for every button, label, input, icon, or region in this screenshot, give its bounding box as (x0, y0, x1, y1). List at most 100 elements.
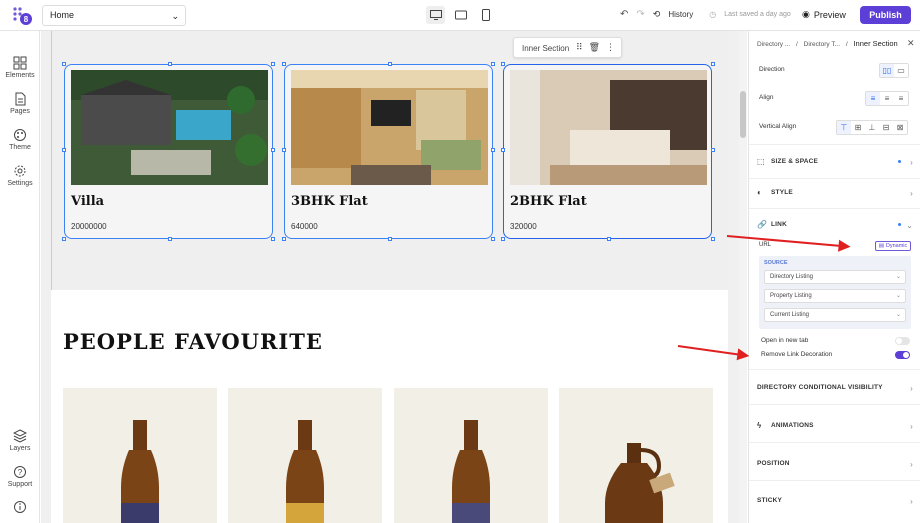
listing-card[interactable]: 3BHK Flat 640000 (284, 64, 493, 239)
source-label: SOURCE (764, 260, 788, 266)
product-card[interactable] (559, 388, 713, 523)
divider (749, 404, 920, 405)
sidebar-item-elements[interactable]: Elements (0, 56, 40, 79)
page-selector[interactable]: Home ⌄ (42, 5, 186, 26)
more-options-icon[interactable]: ⋮ (606, 42, 615, 53)
valign-bottom-icon[interactable]: ⊥ (865, 121, 879, 134)
chevron-down-icon: ⌄ (895, 293, 901, 299)
mobile-view-icon[interactable] (476, 6, 495, 24)
resize-handle[interactable] (271, 237, 275, 241)
resize-handle[interactable] (271, 148, 275, 152)
divider (749, 442, 920, 443)
breadcrumb: Directory ... / Directory T... / Inner S… (757, 38, 915, 48)
sidebar-item-pages[interactable]: Pages (0, 92, 40, 115)
align-right-icon[interactable]: ≡ (894, 92, 908, 105)
close-icon[interactable]: ✕ (907, 38, 915, 49)
info-button[interactable] (0, 500, 40, 516)
size-space-section[interactable]: ⬚ SIZE & SPACE › (757, 157, 913, 167)
resize-handle[interactable] (282, 148, 286, 152)
direction-row-icon[interactable]: ▯▯ (880, 64, 894, 77)
resize-handle[interactable] (491, 148, 495, 152)
top-toolbar: 8 Home ⌄ ↶ ↷ ⟲ History ◷ Last saved a da… (0, 0, 920, 31)
publish-button[interactable]: Publish (860, 6, 911, 24)
desktop-view-icon[interactable] (426, 6, 445, 24)
canvas-scrollbar[interactable] (739, 31, 747, 523)
divider (749, 369, 920, 370)
resize-handle[interactable] (282, 62, 286, 66)
valign-stretch-icon[interactable]: ⊟ (879, 121, 893, 134)
resize-handle[interactable] (501, 62, 505, 66)
remove-decoration-label: Remove Link Decoration (761, 351, 833, 358)
valign-middle-icon[interactable]: ⊞ (851, 121, 865, 134)
source-select-current[interactable]: Current Listing ⌄ (764, 308, 906, 322)
undo-icon[interactable]: ↶ (620, 9, 628, 20)
flat-living-room-image (291, 70, 488, 185)
resize-handle[interactable] (388, 62, 392, 66)
dynamic-badge[interactable]: ▤ Dynamic (875, 241, 911, 251)
link-section[interactable]: 🔗 LINK ⌄ (757, 220, 913, 230)
sidebar-item-layers[interactable]: Layers (0, 429, 40, 452)
valign-top-icon[interactable]: ⊤ (837, 121, 851, 134)
sidebar-item-settings[interactable]: Settings (0, 164, 40, 187)
resize-handle[interactable] (501, 148, 505, 152)
breadcrumb-item[interactable]: Directory ... (757, 41, 790, 48)
resize-handle[interactable] (62, 237, 66, 241)
resize-handle[interactable] (491, 237, 495, 241)
direction-label: Direction (759, 66, 785, 73)
animations-section[interactable]: ϟ ANIMATIONS › (757, 421, 913, 431)
align-center-icon[interactable]: ≡ (880, 92, 894, 105)
resize-handle[interactable] (271, 62, 275, 66)
card-price: 640000 (291, 222, 318, 231)
trash-icon[interactable]: 🗑 (589, 42, 600, 53)
resize-handle[interactable] (711, 148, 715, 152)
conditional-visibility-section[interactable]: DIRECTORY CONDITIONAL VISIBILITY › (757, 384, 913, 393)
product-card[interactable] (63, 388, 217, 523)
saved-icon: ◷ (709, 10, 717, 19)
source-select-property[interactable]: Property Listing ⌄ (764, 289, 906, 303)
sticky-section[interactable]: STICKY › (757, 497, 913, 506)
preview-button[interactable]: ◉ Preview (802, 9, 846, 20)
position-section[interactable]: POSITION › (757, 460, 913, 469)
open-new-tab-toggle[interactable] (895, 337, 910, 345)
resize-handle[interactable] (491, 62, 495, 66)
style-section[interactable]: ◐ STYLE › (757, 188, 913, 198)
valign-baseline-icon[interactable]: ⊠ (893, 121, 907, 134)
link-icon: 🔗 (757, 220, 768, 229)
resize-handle[interactable] (168, 62, 172, 66)
chevron-down-icon: ⌄ (895, 312, 901, 318)
breadcrumb-item[interactable]: Directory T... (804, 41, 840, 48)
redo-icon[interactable]: ↷ (636, 9, 644, 20)
resize-handle[interactable] (168, 237, 172, 241)
section-label: DIRECTORY CONDITIONAL VISIBILITY (757, 384, 883, 391)
resize-handle[interactable] (607, 237, 611, 241)
remove-decoration-toggle[interactable] (895, 351, 910, 359)
sidebar-label: Elements (5, 72, 35, 79)
direction-column-icon[interactable]: ▭ (894, 64, 908, 77)
select-value: Current Listing (770, 312, 810, 318)
tablet-view-icon[interactable] (451, 6, 470, 24)
resize-handle[interactable] (501, 237, 505, 241)
product-card[interactable] (228, 388, 382, 523)
history-icon[interactable]: ⟲ (653, 9, 661, 20)
flat-bedroom-image (510, 70, 707, 185)
source-select-directory[interactable]: Directory Listing ⌄ (764, 270, 906, 284)
sidebar-item-support[interactable]: ? Support (0, 465, 40, 488)
growler-bottle-image (605, 443, 675, 523)
resize-handle[interactable] (711, 237, 715, 241)
listing-section[interactable]: Villa 20000000 3BHK Flat 640000 2BHK Fla… (51, 31, 728, 290)
resize-handle[interactable] (388, 237, 392, 241)
scrollbar-thumb[interactable] (740, 91, 746, 138)
resize-handle[interactable] (62, 148, 66, 152)
listing-card-selected[interactable]: 2BHK Flat 320000 (503, 64, 712, 239)
listing-card[interactable]: Villa 20000000 (64, 64, 273, 239)
resize-handle[interactable] (282, 237, 286, 241)
document-icon (15, 92, 26, 106)
drag-handle-icon[interactable]: ⠿ (576, 42, 583, 53)
resize-handle[interactable] (711, 62, 715, 66)
app-logo-icon[interactable]: 8 (11, 6, 33, 26)
resize-handle[interactable] (62, 62, 66, 66)
align-left-icon[interactable]: ≡ (866, 92, 880, 105)
sidebar-item-theme[interactable]: Theme (0, 128, 40, 151)
product-card[interactable] (394, 388, 548, 523)
history-button[interactable]: History (668, 10, 693, 19)
